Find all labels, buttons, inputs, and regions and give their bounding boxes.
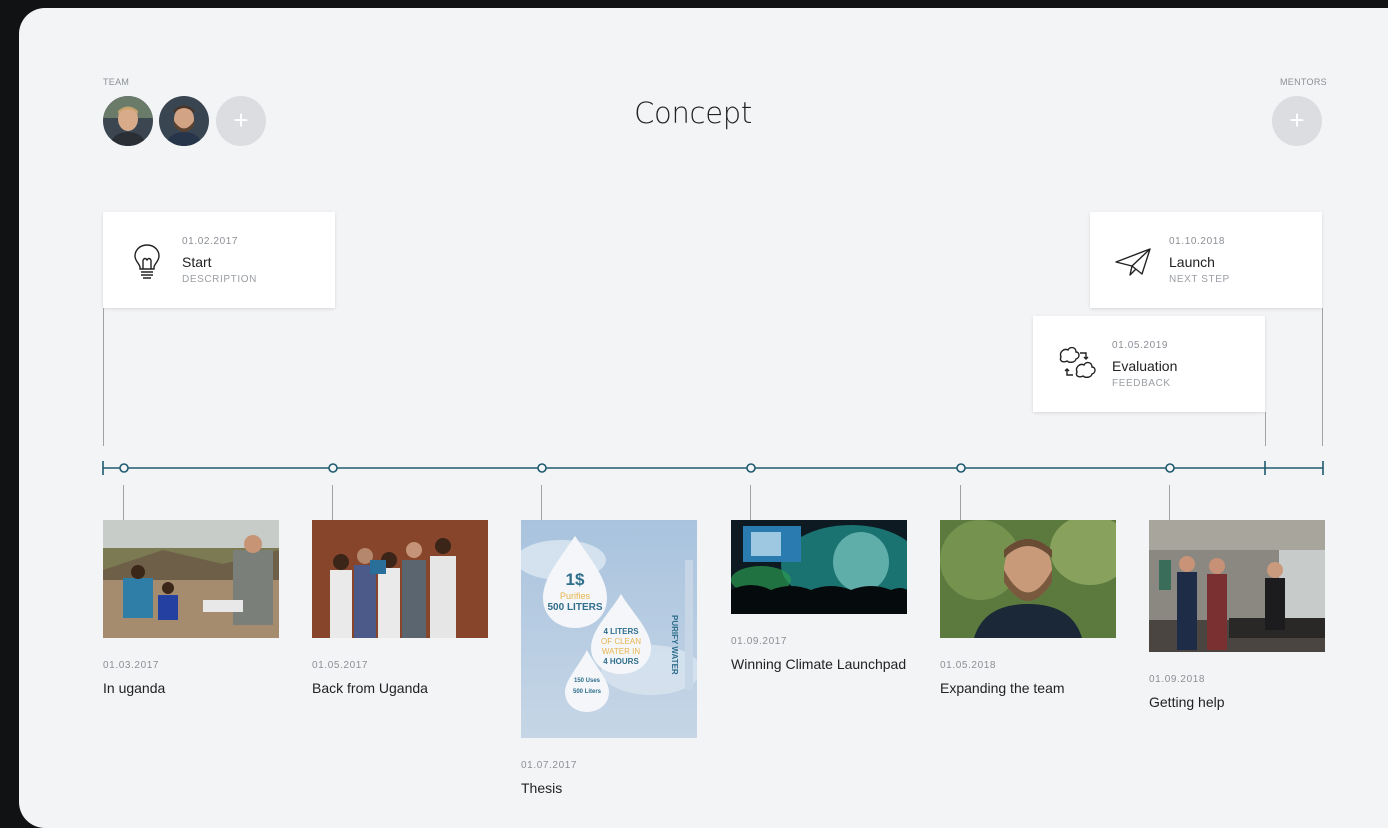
event-connector xyxy=(750,485,751,520)
page-title: Concept xyxy=(634,96,752,130)
thesis-drop3: 150 Uses 500 Liters xyxy=(565,676,609,698)
thesis-drop3-line: 500 Liters xyxy=(572,689,602,695)
event-photo xyxy=(1149,520,1325,652)
milestone-name: Launch xyxy=(1169,254,1215,270)
add-mentor-button[interactable]: + xyxy=(1272,96,1322,146)
timeline-event[interactable]: 01.05.2017 Back from Uganda xyxy=(312,520,488,696)
thesis-side-text: PURIFY WATER xyxy=(670,615,679,675)
timeline-node xyxy=(119,463,129,473)
refresh-clouds-icon xyxy=(1055,342,1099,386)
event-connector xyxy=(541,485,542,520)
mentors-label: MENTORS xyxy=(1280,77,1327,87)
event-connector xyxy=(960,485,961,520)
event-connector xyxy=(332,485,333,520)
thesis-drop2-line: 4 LITERS xyxy=(603,627,639,636)
event-date: 01.03.2017 xyxy=(103,660,160,671)
timeline-event[interactable]: 01.05.2018 Expanding the team xyxy=(940,520,1116,696)
paper-plane-icon xyxy=(1112,238,1156,282)
event-date: 01.05.2017 xyxy=(312,660,369,671)
event-title: Back from Uganda xyxy=(312,680,428,696)
timeline-node xyxy=(956,463,966,473)
event-title: Expanding the team xyxy=(940,680,1065,696)
milestone-connector xyxy=(1322,308,1323,446)
milestone-card-evaluation[interactable]: 01.05.2019 Evaluation FEEDBACK xyxy=(1033,316,1265,412)
thesis-drop2-line: 4 HOURS xyxy=(603,657,639,666)
event-photo xyxy=(940,520,1116,638)
thesis-price: 1$ xyxy=(565,570,585,589)
event-date: 01.09.2017 xyxy=(731,636,788,647)
milestone-card-start[interactable]: 01.02.2017 Start DESCRIPTION xyxy=(103,212,335,308)
team-label: TEAM xyxy=(103,77,130,87)
timeline-node xyxy=(537,463,547,473)
timeline-event[interactable]: 1$ Purifies 500 LITERS 4 LITERS OF CLEAN… xyxy=(521,520,697,796)
milestone-connector xyxy=(1265,412,1266,446)
event-date: 01.07.2017 xyxy=(521,760,578,771)
milestone-connector xyxy=(103,308,104,446)
timeline-event[interactable]: 01.09.2018 Getting help xyxy=(1149,520,1325,710)
event-title: Thesis xyxy=(521,780,563,796)
thesis-purifies: Purifies xyxy=(559,591,590,601)
lightbulb-icon xyxy=(125,238,169,282)
timeline-node xyxy=(1165,463,1175,473)
event-date: 01.05.2018 xyxy=(940,660,997,671)
thesis-drop2: 4 LITERS OF CLEAN WATER IN 4 HOURS xyxy=(591,627,651,667)
team-avatar-2[interactable] xyxy=(159,96,209,146)
event-connector xyxy=(123,485,124,520)
thesis-drop2-line: WATER IN xyxy=(601,647,641,656)
add-team-member-button[interactable]: + xyxy=(216,96,266,146)
thesis-liters: 500 LITERS xyxy=(547,602,603,613)
milestone-date: 01.10.2018 xyxy=(1169,236,1226,247)
team-avatar-1[interactable] xyxy=(103,96,153,146)
milestone-date: 01.02.2017 xyxy=(182,236,239,247)
timeline-node xyxy=(328,463,338,473)
milestone-subtitle: DESCRIPTION xyxy=(182,274,257,285)
milestone-subtitle: NEXT STEP xyxy=(1169,274,1230,285)
event-title: In uganda xyxy=(103,680,166,696)
milestone-name: Evaluation xyxy=(1112,358,1178,374)
timeline-event[interactable]: 01.09.2017 Winning Climate Launchpad xyxy=(731,520,907,672)
timeline-node xyxy=(746,463,756,473)
milestone-subtitle: FEEDBACK xyxy=(1112,378,1171,389)
event-title: Getting help xyxy=(1149,694,1225,710)
event-title: Winning Climate Launchpad xyxy=(731,656,907,672)
timeline-axis xyxy=(102,461,1324,475)
milestone-card-launch[interactable]: 01.10.2018 Launch NEXT STEP xyxy=(1090,212,1322,308)
timeline-event[interactable]: 01.03.2017 In uganda xyxy=(103,520,279,696)
milestone-date: 01.05.2019 xyxy=(1112,340,1169,351)
thesis-drop3-line: 150 Uses xyxy=(573,678,601,684)
event-connector xyxy=(1169,485,1170,520)
milestone-name: Start xyxy=(182,254,212,270)
event-photo xyxy=(731,520,907,614)
thesis-drop2-line: OF CLEAN xyxy=(600,637,641,646)
event-photo xyxy=(312,520,488,638)
event-date: 01.09.2018 xyxy=(1149,674,1206,685)
event-photo xyxy=(103,520,279,638)
